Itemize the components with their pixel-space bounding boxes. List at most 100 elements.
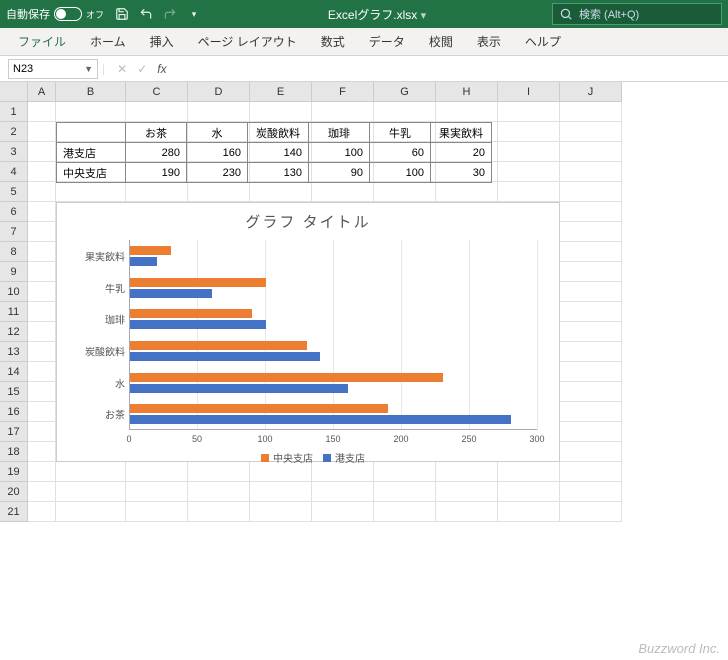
cell[interactable] (56, 502, 126, 522)
cell[interactable] (560, 282, 622, 302)
table-cell[interactable]: 280 (126, 143, 187, 163)
cell[interactable] (560, 142, 622, 162)
ribbon-tab-4[interactable]: 数式 (311, 28, 355, 55)
row-header[interactable]: 3 (0, 142, 28, 162)
cell[interactable] (560, 422, 622, 442)
row-header[interactable]: 6 (0, 202, 28, 222)
cell[interactable] (374, 482, 436, 502)
col-header[interactable]: A (28, 82, 56, 102)
table-cell[interactable]: 90 (309, 163, 370, 183)
chart-bar[interactable] (130, 341, 307, 350)
chart-bar[interactable] (130, 373, 443, 382)
cell[interactable] (28, 502, 56, 522)
table-header[interactable]: お茶 (126, 123, 187, 143)
cell[interactable] (312, 482, 374, 502)
table-header[interactable]: 炭酸飲料 (248, 123, 309, 143)
table-cell[interactable]: 20 (431, 143, 492, 163)
chart-bar[interactable] (130, 246, 171, 255)
row-header[interactable]: 12 (0, 322, 28, 342)
table-cell[interactable]: 140 (248, 143, 309, 163)
chart-plot-area[interactable]: 050100150200250300果実飲料牛乳珈琲炭酸飲料水お茶 (129, 240, 537, 430)
row-header[interactable]: 17 (0, 422, 28, 442)
cell[interactable] (28, 182, 56, 202)
chart-bar[interactable] (130, 289, 212, 298)
cell[interactable] (28, 142, 56, 162)
cell[interactable] (28, 442, 56, 462)
chevron-down-icon[interactable]: ▼ (84, 64, 93, 74)
cell[interactable] (250, 502, 312, 522)
cell[interactable] (250, 482, 312, 502)
table-cell[interactable]: 190 (126, 163, 187, 183)
cell[interactable] (560, 162, 622, 182)
row-header[interactable]: 18 (0, 442, 28, 462)
row-header[interactable]: 2 (0, 122, 28, 142)
col-header[interactable]: D (188, 82, 250, 102)
ribbon-tab-2[interactable]: 挿入 (140, 28, 184, 55)
chart-bar[interactable] (130, 257, 157, 266)
cell[interactable] (250, 182, 312, 202)
chart-bar[interactable] (130, 309, 252, 318)
cell[interactable] (498, 162, 560, 182)
cell[interactable] (560, 362, 622, 382)
table-header[interactable] (57, 123, 126, 143)
undo-icon[interactable] (138, 6, 154, 22)
ribbon-tab-7[interactable]: 表示 (467, 28, 511, 55)
ribbon-tab-8[interactable]: ヘルプ (515, 28, 571, 55)
cell[interactable] (560, 302, 622, 322)
cell[interactable] (498, 482, 560, 502)
row-header[interactable]: 4 (0, 162, 28, 182)
enter-icon[interactable]: ✓ (137, 62, 147, 76)
chart-bar[interactable] (130, 278, 266, 287)
cell[interactable] (188, 482, 250, 502)
cell[interactable] (28, 162, 56, 182)
row-header[interactable]: 9 (0, 262, 28, 282)
cell[interactable] (560, 502, 622, 522)
cell[interactable] (28, 462, 56, 482)
cell[interactable] (560, 102, 622, 122)
save-icon[interactable] (114, 6, 130, 22)
toggle-switch[interactable] (54, 7, 82, 21)
fx-icon[interactable]: fx (157, 62, 166, 76)
cell[interactable] (498, 102, 560, 122)
cell[interactable] (28, 242, 56, 262)
cell[interactable] (188, 102, 250, 122)
row-header[interactable]: 11 (0, 302, 28, 322)
cell[interactable] (498, 122, 560, 142)
col-header[interactable]: F (312, 82, 374, 102)
chevron-down-icon[interactable]: ▾ (186, 6, 202, 22)
row-header[interactable]: 7 (0, 222, 28, 242)
cell[interactable] (28, 362, 56, 382)
cell[interactable] (28, 382, 56, 402)
ribbon-tab-1[interactable]: ホーム (80, 28, 136, 55)
redo-icon[interactable] (162, 6, 178, 22)
cell[interactable] (28, 102, 56, 122)
search-box[interactable]: 検索 (Alt+Q) (552, 3, 722, 25)
cancel-icon[interactable]: ✕ (117, 62, 127, 76)
chart-legend[interactable]: 中央支店港支店 (57, 432, 559, 471)
table-header[interactable]: 珈琲 (309, 123, 370, 143)
chart-title[interactable]: グラフ タイトル (57, 203, 559, 236)
col-header[interactable]: B (56, 82, 126, 102)
data-table[interactable]: お茶水炭酸飲料珈琲牛乳果実飲料港支店2801601401006020中央支店19… (56, 122, 492, 183)
ribbon-tab-6[interactable]: 校閲 (419, 28, 463, 55)
chart-object[interactable]: グラフ タイトル 050100150200250300果実飲料牛乳珈琲炭酸飲料水お… (56, 202, 560, 462)
cell[interactable] (28, 202, 56, 222)
table-header[interactable]: 果実飲料 (431, 123, 492, 143)
chart-bar[interactable] (130, 352, 320, 361)
cell[interactable] (374, 182, 436, 202)
col-header[interactable]: J (560, 82, 622, 102)
cell[interactable] (56, 482, 126, 502)
table-header[interactable]: 水 (187, 123, 248, 143)
cell[interactable] (28, 342, 56, 362)
row-header[interactable]: 14 (0, 362, 28, 382)
cell[interactable] (56, 182, 126, 202)
cell[interactable] (126, 502, 188, 522)
cell[interactable] (436, 102, 498, 122)
col-header[interactable]: E (250, 82, 312, 102)
autosave-toggle[interactable]: 自動保存 オフ (6, 6, 104, 22)
cell[interactable] (436, 182, 498, 202)
cell[interactable] (560, 402, 622, 422)
formula-input[interactable] (167, 59, 728, 79)
cell[interactable] (498, 502, 560, 522)
chart-bar[interactable] (130, 320, 266, 329)
